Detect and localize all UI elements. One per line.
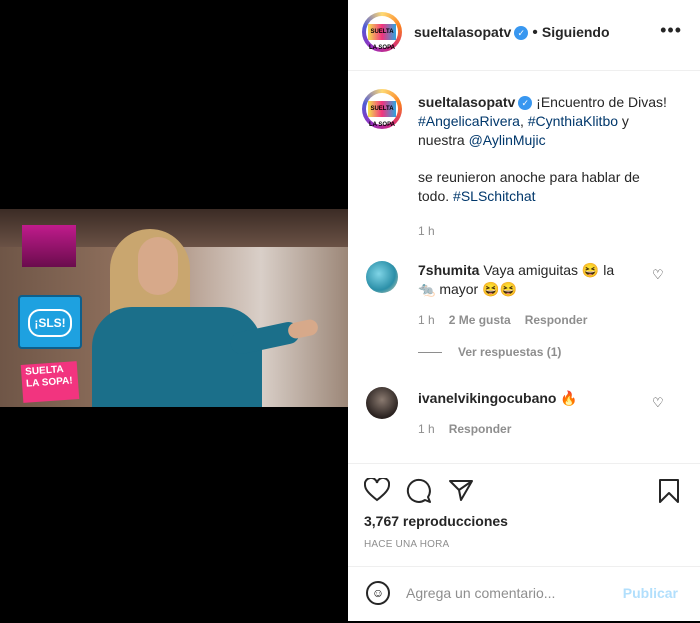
following-button[interactable]: Siguiendo [542, 24, 610, 40]
like-heart-icon[interactable] [364, 478, 390, 502]
account-avatar[interactable]: SUELTA LA SOPA [362, 12, 402, 52]
caption-username[interactable]: sueltalasopatv [418, 94, 515, 110]
comment-username[interactable]: ivanelvikingocubano [418, 390, 556, 406]
mention-aylin[interactable]: @AylinMujic [469, 132, 546, 148]
comment-text-line2: 🐀 mayor 😆😆 [418, 281, 517, 297]
comment-text: 🔥 [560, 390, 578, 406]
post-timestamp[interactable]: HACE UNA HORA [364, 539, 449, 550]
video-player[interactable]: ¡SLS! SUELTA LA SOPA! [0, 209, 348, 407]
caption-line1: ¡Encuentro de Divas! [536, 94, 667, 110]
hashtag-slschitchat[interactable]: #SLSchitchat [453, 188, 536, 204]
post-header: SUELTA LA SOPA sueltalasopatv ✓ • Siguiendo… [348, 0, 700, 71]
caption: sueltalasopatv ✓ ¡Encuentro de Divas! #An… [418, 93, 688, 238]
video-show-logo: SUELTA LA SOPA! [20, 361, 80, 403]
media-panel: ¡SLS! SUELTA LA SOPA! [0, 0, 348, 621]
video-sls-bubble: ¡SLS! [18, 295, 82, 349]
commenter-avatar[interactable] [366, 387, 398, 419]
caption-avatar[interactable]: SUELTA LA SOPA [362, 89, 402, 129]
caption-line4: se reunieron anoche para hablar de [418, 169, 640, 185]
comments-list[interactable]: SUELTA LA SOPA sueltalasopatv ✓ ¡Encuentr… [348, 71, 700, 463]
comment-likes[interactable]: 2 Me gusta [449, 313, 511, 327]
comment-time[interactable]: 1 h [418, 422, 435, 436]
post-actions: 3,767 reproducciones HACE UNA HORA ☺ Agr… [348, 463, 700, 622]
comment-item: 7shumita Vaya amiguitas 😆 la 🐀 mayor 😆😆 … [418, 261, 648, 359]
post-side-panel: SUELTA LA SOPA sueltalasopatv ✓ • Siguiendo… [348, 0, 700, 621]
like-comment-icon[interactable]: ♡ [652, 395, 664, 411]
add-comment-bar: ☺ Agrega un comentario... Publicar [348, 566, 700, 623]
comment-username[interactable]: 7shumita [418, 262, 479, 278]
video-sls-bubble-text: ¡SLS! [28, 309, 72, 337]
video-person-body [92, 307, 262, 407]
comment-time[interactable]: 1 h [418, 313, 435, 327]
share-direct-icon[interactable] [448, 478, 474, 502]
view-replies[interactable]: Ver respuestas (1) [418, 345, 648, 359]
avatar-logo-text: SUELTA LA SOPA [368, 24, 396, 51]
save-bookmark-icon[interactable] [658, 478, 680, 504]
hashtag-angelica[interactable]: #AngelicaRivera [418, 113, 520, 129]
hashtag-cynthia[interactable]: #CynthiaKlitbo [528, 113, 618, 129]
publish-button[interactable]: Publicar [623, 585, 678, 601]
caption-time[interactable]: 1 h [418, 224, 688, 238]
comment-input[interactable]: Agrega un comentario... [406, 585, 555, 601]
comment-text: Vaya amiguitas 😆 la [483, 262, 615, 278]
video-set-pink-panel [22, 225, 76, 267]
verified-icon: ✓ [518, 96, 533, 111]
video-person-face [138, 237, 178, 295]
header-identity: sueltalasopatv ✓ • Siguiendo [414, 24, 610, 41]
like-comment-icon[interactable]: ♡ [652, 267, 664, 283]
comment-item: ivanelvikingocubano 🔥 1 h Responder [418, 389, 648, 436]
verified-icon: ✓ [514, 25, 529, 40]
views-count[interactable]: 3,767 reproducciones [364, 513, 508, 529]
reply-button[interactable]: Responder [449, 422, 512, 436]
more-options-icon[interactable]: ••• [660, 20, 682, 41]
header-username[interactable]: sueltalasopatv [414, 24, 511, 40]
reply-button[interactable]: Responder [525, 313, 588, 327]
comment-icon[interactable] [406, 478, 432, 504]
commenter-avatar[interactable] [366, 261, 398, 293]
emoji-picker-icon[interactable]: ☺ [366, 581, 390, 605]
